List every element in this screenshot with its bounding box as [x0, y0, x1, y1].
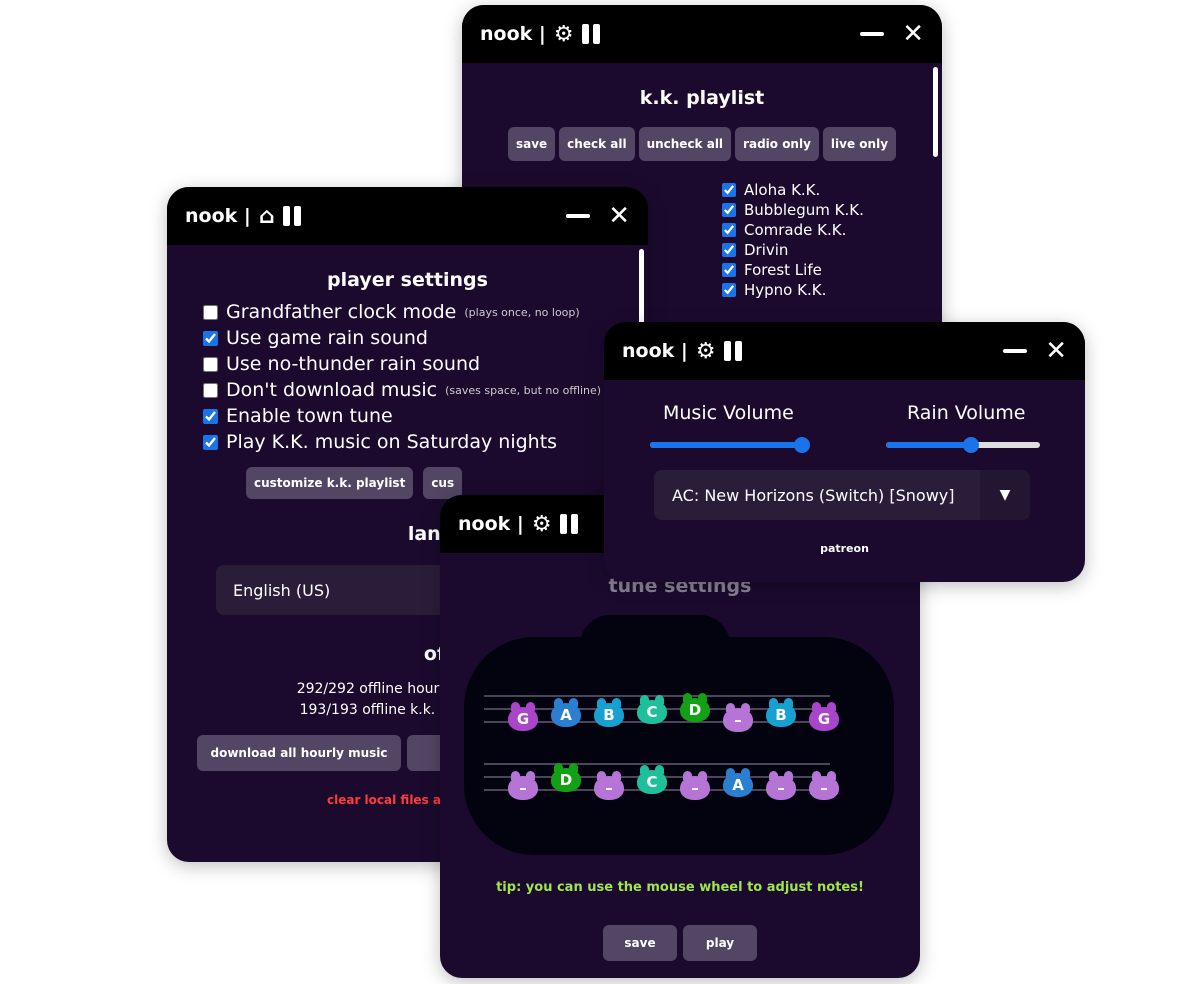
player-settings-title: player settings [327, 269, 488, 291]
tune-note[interactable]: – [594, 771, 624, 800]
tune-note[interactable]: C [637, 765, 667, 794]
player-option[interactable]: Use game rain sound [203, 327, 648, 349]
game-value: AC: New Horizons (Switch) [Snowy] [672, 485, 955, 505]
song-label: Aloha K.K. [744, 181, 821, 199]
song-checkbox[interactable] [722, 283, 736, 297]
volume-window: nook | ⚙ ✕ Music Volume Rain Volume AC: … [604, 322, 1085, 582]
playlist-check-all-button[interactable]: check all [559, 127, 635, 161]
customize-playlist-button[interactable]: customize k.k. playlist [246, 467, 414, 499]
option-label: Don't download music [226, 379, 438, 401]
song-checkbox[interactable] [722, 243, 736, 257]
game-select[interactable]: AC: New Horizons (Switch) [Snowy] ▼ [654, 470, 1030, 520]
music-volume-label: Music Volume [663, 402, 794, 424]
option-label: Use no-thunder rain sound [226, 353, 481, 375]
song-label: Comrade K.K. [744, 221, 847, 239]
play-button[interactable]: play [683, 925, 757, 961]
song-checkbox[interactable] [722, 263, 736, 277]
tip-text: tip: you can use the mouse wheel to adju… [496, 880, 864, 895]
option-note: (plays once, no loop) [464, 305, 580, 319]
tune-note[interactable]: – [508, 771, 538, 800]
tune-note[interactable]: A [551, 698, 581, 727]
tune-note[interactable]: – [680, 771, 710, 800]
option-checkbox[interactable] [203, 382, 218, 398]
tune-note[interactable]: D [551, 763, 581, 792]
home-icon[interactable]: ⌂ [259, 204, 275, 229]
gear-icon[interactable]: ⚙ [554, 22, 574, 47]
save-button[interactable]: save [603, 925, 677, 961]
song-item[interactable]: Drivin [722, 241, 864, 259]
playlist-title: k.k. playlist [639, 87, 765, 109]
option-label: Play K.K. music on Saturday nights [226, 431, 558, 453]
close-icon[interactable]: ✕ [608, 201, 630, 231]
chevron-down-icon: ▼ [980, 470, 1030, 520]
option-label: Use game rain sound [226, 327, 428, 349]
option-label: Enable town tune [226, 405, 393, 427]
rain-volume-label: Rain Volume [907, 402, 1026, 424]
minimize-icon[interactable] [860, 32, 885, 36]
player-option[interactable]: Don't download music (saves space, but no… [203, 379, 648, 401]
tune-note[interactable]: D [680, 693, 710, 722]
rain-volume-slider[interactable] [886, 437, 1040, 453]
scrollbar[interactable] [933, 67, 938, 157]
option-checkbox[interactable] [203, 304, 218, 320]
gear-icon[interactable]: ⚙ [696, 339, 716, 364]
patreon-link[interactable]: patreon [604, 542, 1085, 555]
song-item[interactable]: Comrade K.K. [722, 221, 864, 239]
song-item[interactable]: Forest Life [722, 261, 864, 279]
tune-note[interactable]: G [809, 702, 839, 731]
song-checkbox[interactable] [722, 223, 736, 237]
pause-icon[interactable] [723, 341, 742, 361]
tune-note[interactable]: – [766, 771, 796, 800]
song-label: Forest Life [744, 261, 822, 279]
song-label: Hypno K.K. [744, 281, 827, 299]
pause-icon[interactable] [581, 24, 600, 44]
tune-note[interactable]: B [594, 698, 624, 727]
option-checkbox[interactable] [203, 356, 218, 372]
song-checkbox[interactable] [722, 203, 736, 217]
tune-note[interactable]: G [508, 702, 538, 731]
app-name: nook | [185, 205, 251, 227]
song-label: Drivin [744, 241, 789, 259]
song-item[interactable]: Aloha K.K. [722, 181, 864, 199]
playlist-radio-only-button[interactable]: radio only [735, 127, 819, 161]
player-option[interactable]: Enable town tune [203, 405, 648, 427]
song-item[interactable]: Hypno K.K. [722, 281, 864, 299]
song-checkbox[interactable] [722, 183, 736, 197]
tune-note[interactable]: – [723, 703, 753, 732]
player-option[interactable]: Grandfather clock mode (plays once, no lo… [203, 301, 648, 323]
pause-icon[interactable] [559, 514, 578, 534]
customize-tune-button[interactable]: cus [423, 467, 463, 499]
option-note: (saves space, but no offline) [445, 383, 602, 397]
minimize-icon[interactable] [566, 214, 591, 218]
player-option[interactable]: Use no-thunder rain sound [203, 353, 648, 375]
option-checkbox[interactable] [203, 434, 218, 450]
close-icon[interactable]: ✕ [1045, 336, 1067, 366]
music-volume-slider[interactable] [650, 437, 810, 453]
app-name: nook | [622, 340, 688, 362]
gear-icon[interactable]: ⚙ [532, 512, 552, 537]
tune-note[interactable]: – [809, 771, 839, 800]
song-item[interactable]: Bubblegum K.K. [722, 201, 864, 219]
download-hourly-button[interactable]: download all hourly music [197, 735, 401, 771]
minimize-icon[interactable] [1003, 349, 1028, 353]
language-value: English (US) [233, 580, 331, 600]
playlist-live-only-button[interactable]: live only [822, 127, 897, 161]
tune-note[interactable]: A [723, 768, 753, 797]
app-name: nook | [480, 23, 546, 45]
song-label: Bubblegum K.K. [744, 201, 864, 219]
pause-icon[interactable] [282, 206, 301, 226]
tune-note[interactable]: C [637, 695, 667, 724]
player-option[interactable]: Play K.K. music on Saturday nights [203, 431, 648, 453]
playlist-save-button[interactable]: save [507, 127, 556, 161]
option-checkbox[interactable] [203, 408, 218, 424]
option-label: Grandfather clock mode [226, 301, 457, 323]
close-icon[interactable]: ✕ [902, 19, 924, 49]
tune-note[interactable]: B [766, 698, 796, 727]
app-name: nook | [458, 513, 524, 535]
option-checkbox[interactable] [203, 330, 218, 346]
tune-board [464, 637, 894, 855]
playlist-uncheck-all-button[interactable]: uncheck all [638, 127, 732, 161]
